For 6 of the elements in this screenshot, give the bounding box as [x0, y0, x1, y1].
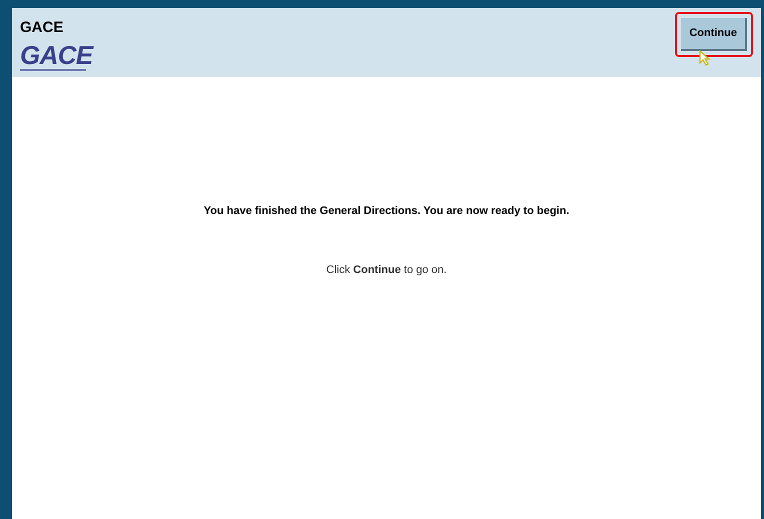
cursor-icon	[699, 50, 712, 66]
continue-button[interactable]: Continue	[681, 18, 747, 50]
finished-message: You have finished the General Directions. You are now ready to begin.	[204, 204, 570, 219]
app-title: GACE	[20, 20, 64, 35]
logo: GACE	[20, 42, 93, 68]
instruction-text: Click Continue to go on.	[326, 262, 447, 278]
